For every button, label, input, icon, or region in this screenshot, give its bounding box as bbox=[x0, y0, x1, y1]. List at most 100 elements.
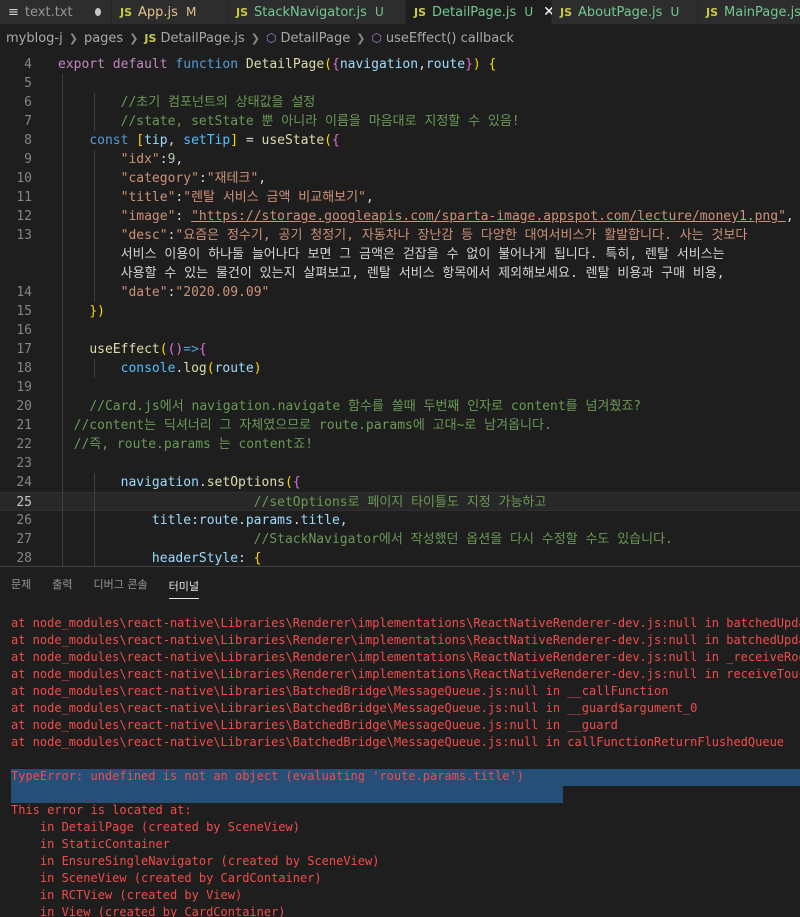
git-status-badge: U bbox=[670, 5, 680, 19]
selection-highlight bbox=[11, 786, 563, 803]
line-number: 24 bbox=[16, 475, 32, 490]
code-line[interactable]: 4 export default function DetailPage({nav… bbox=[0, 55, 800, 74]
code-line[interactable]: 17 useEffect(()=>{ bbox=[0, 340, 800, 359]
code-line[interactable]: 5 bbox=[0, 74, 800, 93]
code-line[interactable]: 26 title:route.params.title, bbox=[0, 511, 800, 530]
line-number: 4 bbox=[24, 57, 32, 72]
tab-app-js[interactable]: JS App.js M bbox=[112, 0, 228, 24]
code-line[interactable]: 8 const [tip, setTip] = useState({ bbox=[0, 131, 800, 150]
code-line[interactable]: 27 //StackNavigator에서 작성했던 옵션을 다시 수정할 수도… bbox=[0, 530, 800, 549]
code-line[interactable]: 20 //Card.js에서 navigation.navigate 함수를 쓸… bbox=[0, 397, 800, 416]
terminal-line: at node_modules\react-native\Libraries\R… bbox=[11, 633, 800, 647]
indent-guide bbox=[62, 454, 63, 473]
code-text: 서비스 이용이 하나둘 늘어나다 보면 그 금액은 걷잡을 수 없이 불어나게 … bbox=[120, 247, 725, 262]
code-line[interactable]: 28 headerStyle: { bbox=[0, 549, 800, 566]
terminal-line: at node_modules\react-native\Libraries\B… bbox=[11, 684, 669, 698]
line-number: 17 bbox=[16, 342, 32, 357]
terminal-line: in SceneView (created by CardContainer) bbox=[11, 871, 322, 885]
code-text: //즉, route.params 는 content죠! bbox=[73, 437, 314, 452]
tab-label: text.txt bbox=[24, 4, 73, 20]
code-line[interactable]: 14 "date":"2020.09.09" bbox=[0, 283, 800, 302]
tab-mainpage-js[interactable]: JS MainPage.js bbox=[698, 0, 800, 24]
code-line[interactable]: 10 "category":"재테크", bbox=[0, 169, 800, 188]
code-line[interactable]: 15 }) bbox=[0, 302, 800, 321]
line-number: 11 bbox=[16, 190, 32, 205]
terminal-line: This error is located at: bbox=[11, 803, 192, 817]
unsaved-dot-icon[interactable] bbox=[94, 8, 101, 16]
tab-debug-console[interactable]: 디버그 콘솔 bbox=[94, 567, 148, 603]
breadcrumb-folder[interactable]: pages bbox=[84, 31, 123, 46]
line-number: 9 bbox=[24, 152, 32, 167]
code-line[interactable]: 12 "image": "https://storage.googleapis.… bbox=[0, 207, 800, 226]
code-line[interactable]: 25 //setOptions로 페이지 타이틀도 지정 가능하고 bbox=[0, 492, 800, 512]
line-number: 27 bbox=[16, 532, 32, 547]
code-line[interactable]: 6 //초기 컴포넌트의 상태값을 설정 bbox=[0, 93, 800, 112]
code-text: "date":"2020.09.09" bbox=[120, 285, 270, 300]
code-text: //state, setState 뿐 아니라 이름을 마음대로 지정할 수 있… bbox=[120, 114, 520, 129]
code-line[interactable]: 22 //즉, route.params 는 content죠! bbox=[0, 435, 800, 454]
terminal-line: at node_modules\react-native\Libraries\B… bbox=[11, 735, 785, 749]
tab-text-txt[interactable]: ≡ text.txt bbox=[0, 0, 112, 24]
code-line[interactable]: 24 navigation.setOptions({ bbox=[0, 473, 800, 492]
code-line[interactable]: 18 console.log(route) bbox=[0, 359, 800, 378]
line-number: 12 bbox=[16, 209, 32, 224]
code-text: //content는 딕셔너리 그 자체였으므로 route.params에 고… bbox=[73, 418, 552, 433]
tab-detailpage-js[interactable]: JS DetailPage.js U ✕ bbox=[406, 0, 555, 24]
code-editor[interactable]: 4 export default function DetailPage({nav… bbox=[0, 52, 800, 566]
code-line[interactable]: 9 "idx":9, bbox=[0, 150, 800, 169]
git-status-badge: U bbox=[374, 5, 384, 19]
js-file-icon: JS bbox=[120, 5, 133, 19]
terminal-line: in DetailPage (created by SceneView) bbox=[11, 820, 300, 834]
line-number: 10 bbox=[16, 171, 32, 186]
code-text: 사용할 수 있는 물건이 있는지 살펴보고, 렌탈 서비스 항목에서 제외해보세… bbox=[120, 266, 725, 281]
code-text: "desc":"요즘은 정수기, 공기 청정기, 자동차나 장난감 등 다양한 … bbox=[120, 228, 748, 243]
tab-terminal[interactable]: 터미널 bbox=[168, 571, 199, 599]
code-text: export default function DetailPage({navi… bbox=[58, 57, 497, 72]
terminal-line: in EnsureSingleNavigator (created by Sce… bbox=[11, 854, 380, 868]
line-number: 25 bbox=[16, 495, 32, 510]
terminal-line: at node_modules\react-native\Libraries\B… bbox=[11, 701, 698, 715]
code-text: //setOptions로 페이지 타이틀도 지정 가능하고 bbox=[253, 495, 547, 510]
breadcrumb-symbol[interactable]: useEffect() callback bbox=[386, 31, 514, 46]
code-line[interactable]: 13 "desc":"요즘은 정수기, 공기 청정기, 자동차나 장난감 등 다… bbox=[0, 226, 800, 245]
line-number: 20 bbox=[16, 399, 32, 414]
tab-label: StackNavigator.js bbox=[254, 4, 367, 20]
code-line[interactable]: 사용할 수 있는 물건이 있는지 살펴보고, 렌탈 서비스 항목에서 제외해보세… bbox=[0, 264, 800, 283]
terminal-line: in RCTView (created by View) bbox=[11, 888, 243, 902]
code-text: console.log(route) bbox=[120, 361, 262, 376]
code-line[interactable]: 19 bbox=[0, 378, 800, 397]
tab-label: DetailPage.js bbox=[432, 4, 517, 20]
code-line[interactable]: 21 //content는 딕셔너리 그 자체였으므로 route.params… bbox=[0, 416, 800, 435]
line-number: 26 bbox=[16, 513, 32, 528]
tab-output[interactable]: 출력 bbox=[52, 567, 72, 603]
tab-problems[interactable]: 문제 bbox=[11, 567, 31, 603]
terminal-line: at node_modules\react-native\Libraries\B… bbox=[11, 718, 618, 732]
breadcrumb-symbol[interactable]: DetailPage bbox=[280, 31, 350, 46]
code-text: //초기 컴포넌트의 상태값을 설정 bbox=[120, 95, 316, 110]
symbol-method-icon: ⬡ bbox=[265, 31, 277, 45]
code-text: navigation.setOptions({ bbox=[120, 475, 301, 490]
code-text: }) bbox=[89, 304, 105, 319]
indent-guide bbox=[62, 378, 63, 397]
breadcrumb-file[interactable]: DetailPage.js bbox=[160, 31, 244, 46]
git-status-badge: U bbox=[524, 5, 534, 19]
tab-aboutpage-js[interactable]: JS AboutPage.js U bbox=[552, 0, 698, 24]
js-file-icon: JS bbox=[144, 31, 157, 45]
line-number: 18 bbox=[16, 361, 32, 376]
line-number: 16 bbox=[16, 323, 32, 338]
line-number: 13 bbox=[16, 228, 32, 243]
code-line[interactable]: 서비스 이용이 하나둘 늘어나다 보면 그 금액은 걷잡을 수 없이 불어나게 … bbox=[0, 245, 800, 264]
code-line[interactable]: 7 //state, setState 뿐 아니라 이름을 마음대로 지정할 수… bbox=[0, 112, 800, 131]
code-line[interactable]: 16 bbox=[0, 321, 800, 340]
code-text: "idx":9, bbox=[120, 152, 184, 167]
line-number: 8 bbox=[24, 133, 32, 148]
tab-stacknavigator-js[interactable]: JS StackNavigator.js U bbox=[228, 0, 406, 24]
tab-label: MainPage.js bbox=[724, 4, 800, 20]
line-number: 14 bbox=[16, 285, 32, 300]
code-line[interactable]: 23 bbox=[0, 454, 800, 473]
line-number: 22 bbox=[16, 437, 32, 452]
code-line[interactable]: 11 "title":"렌탈 서비스 금액 비교해보기", bbox=[0, 188, 800, 207]
breadcrumb-folder[interactable]: myblog-j bbox=[6, 31, 63, 46]
breadcrumb: myblog-j ❯ pages ❯ JS DetailPage.js ❯ ⬡ … bbox=[0, 24, 800, 52]
terminal-line: in View (created by CardContainer) bbox=[11, 905, 286, 917]
